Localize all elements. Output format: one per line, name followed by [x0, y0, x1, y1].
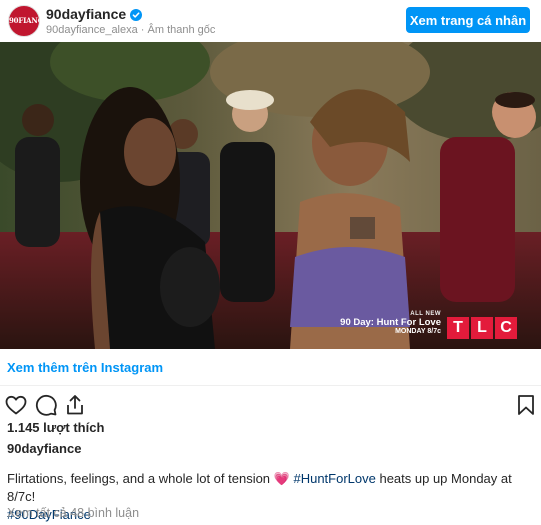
action-bar — [0, 393, 541, 417]
post-media[interactable]: ALL NEW 90 Day: Hunt For Love MONDAY 8/7… — [0, 42, 541, 349]
caption-author[interactable]: 90dayfiance — [7, 441, 81, 456]
verified-badge-icon — [130, 8, 143, 21]
username[interactable]: 90dayfiance — [46, 6, 126, 22]
comment-icon[interactable] — [34, 393, 58, 417]
tlc-letter-c: C — [495, 317, 517, 339]
show-watermark: ALL NEW 90 Day: Hunt For Love MONDAY 8/7… — [340, 311, 517, 339]
view-more-on-instagram-link[interactable]: Xem thêm trên Instagram — [7, 360, 163, 375]
avatar-logo-text: 90FIANCE — [9, 16, 39, 25]
username-row: 90dayfiance — [46, 6, 215, 22]
watermark-show-title: 90 Day: Hunt For Love — [340, 317, 441, 328]
tlc-logo: T L C — [447, 317, 517, 339]
hashtag-huntforlove[interactable]: #HuntForLove — [293, 471, 375, 486]
heart-emoji-icon: 💗 — [273, 471, 290, 486]
video-frame-image — [0, 42, 541, 349]
bookmark-icon[interactable] — [514, 393, 538, 417]
instagram-embed-card: 90FIANCE 90dayfiance 90dayfiance_alexa ·… — [0, 0, 541, 525]
view-profile-button[interactable]: Xem trang cá nhân — [406, 7, 530, 33]
tlc-letter-t: T — [447, 317, 469, 339]
user-block: 90dayfiance 90dayfiance_alexa · Âm thanh… — [46, 6, 215, 36]
share-icon[interactable] — [63, 393, 87, 417]
heart-icon[interactable] — [4, 393, 28, 417]
view-all-comments-link[interactable]: Xem tất cả 48 bình luận — [7, 506, 139, 520]
post-header: 90FIANCE 90dayfiance 90dayfiance_alexa ·… — [0, 0, 541, 42]
audio-subline[interactable]: 90dayfiance_alexa · Âm thanh gốc — [46, 24, 215, 36]
caption-body-start: Flirtations, feelings, and a whole lot o… — [7, 471, 274, 486]
watermark-airtime: MONDAY 8/7c — [395, 328, 441, 335]
avatar[interactable]: 90FIANCE — [8, 5, 40, 37]
divider — [0, 385, 541, 386]
likes-count[interactable]: 1.145 lượt thích — [7, 420, 104, 435]
tlc-letter-l: L — [471, 317, 493, 339]
